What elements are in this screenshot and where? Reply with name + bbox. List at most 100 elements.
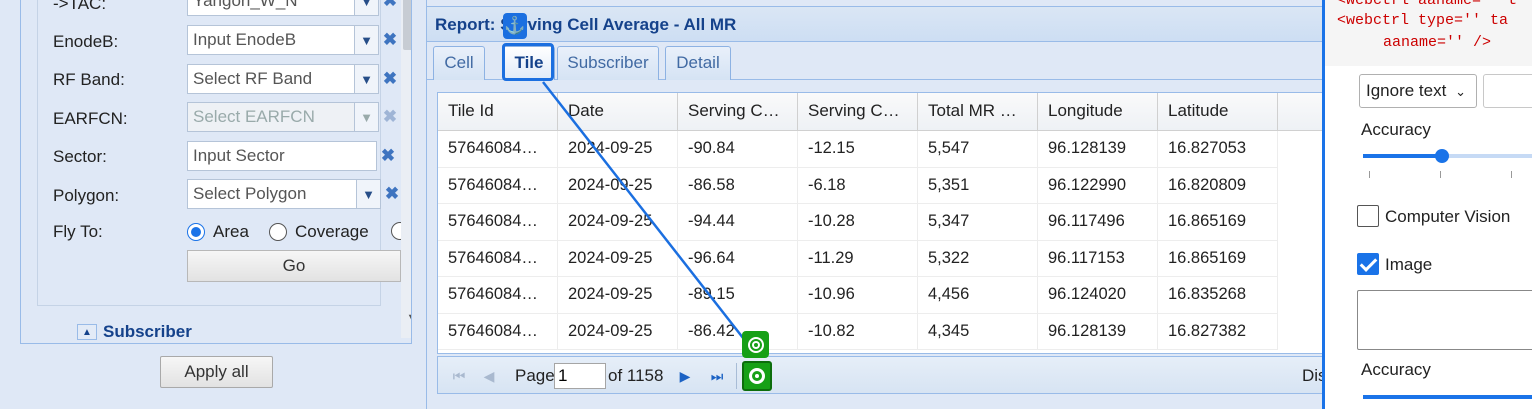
- table-row[interactable]: 576460848… 2024-09-25 -86.58 -6.18 5,351…: [438, 167, 1278, 204]
- page-number-input[interactable]: [554, 363, 606, 389]
- scrollbar-thumb[interactable]: [403, 0, 411, 50]
- column-header[interactable]: Serving Cell…: [678, 93, 798, 131]
- column-header[interactable]: Total MR C…: [918, 93, 1038, 131]
- table-cell: -90.84: [678, 131, 798, 167]
- table-cell: 576460848…: [438, 204, 558, 240]
- filter-scrollbar[interactable]: ▼: [401, 0, 411, 338]
- earfcn-combo: Select EARFCN ▼ ✖: [187, 102, 401, 132]
- table-row[interactable]: 576460848… 2024-09-25 -86.42 -10.82 4,34…: [438, 313, 1278, 350]
- clear-icon[interactable]: ✖: [377, 141, 399, 171]
- table-cell: 2024-09-25: [558, 131, 678, 167]
- clear-icon[interactable]: ✖: [379, 25, 401, 55]
- column-header[interactable]: Tile Id: [438, 93, 558, 131]
- table-row[interactable]: 576460848… 2024-09-25 -94.44 -10.28 5,34…: [438, 204, 1278, 241]
- clear-icon[interactable]: ✖: [379, 0, 401, 16]
- accuracy-slider-fill[interactable]: [1363, 154, 1443, 158]
- table-cell: -10.96: [798, 277, 918, 313]
- table-cell: -11.29: [798, 240, 918, 277]
- anchor-highlight-box: [502, 43, 554, 81]
- chevron-down-icon[interactable]: ▼: [355, 25, 379, 55]
- paging-toolbar: ⏮ ◀ Page of 1158 ▶ ⏭ Dis: [437, 356, 1327, 394]
- tile-grid: Tile Id Date Serving Cell… Serving Cell……: [437, 92, 1323, 354]
- clear-icon[interactable]: ✖: [379, 64, 401, 94]
- table-row[interactable]: 576460848… 2024-09-25 -89.15 -10.96 4,45…: [438, 277, 1278, 314]
- table-cell: 576460848…: [438, 277, 558, 313]
- table-cell: -10.82: [798, 313, 918, 350]
- rf-band-input[interactable]: Select RF Band: [187, 64, 355, 94]
- subscriber-section-title: Subscriber: [103, 322, 192, 341]
- table-cell: -86.58: [678, 167, 798, 204]
- radio-area[interactable]: Area: [187, 222, 249, 242]
- first-page-icon[interactable]: ⏮: [448, 365, 470, 387]
- table-cell: 96.117153: [1038, 240, 1158, 277]
- filter-box: ->TAC: Yangon_W_N ▼ ✖ EnodeB: Input Enod…: [20, 0, 412, 344]
- table-cell: 2024-09-25: [558, 167, 678, 204]
- enodeb-combo[interactable]: Input EnodeB ▼ ✖: [187, 25, 401, 55]
- accuracy-slider-track[interactable]: [1443, 154, 1532, 158]
- table-cell: -12.15: [798, 131, 918, 167]
- table-cell: 2024-09-25: [558, 240, 678, 277]
- radio-coverage[interactable]: Coverage: [269, 222, 369, 242]
- table-cell: 96.128139: [1038, 313, 1158, 350]
- subscriber-section-header[interactable]: ▲ Subscriber: [57, 320, 387, 343]
- table-cell: 2024-09-25: [558, 277, 678, 313]
- table-cell: 576460848…: [438, 313, 558, 350]
- tac-value[interactable]: Yangon_W_N: [187, 0, 355, 16]
- table-row[interactable]: 576460848… 2024-09-25 -96.64 -11.29 5,32…: [438, 240, 1278, 277]
- column-header: [1278, 93, 1322, 131]
- expand-icon[interactable]: ▲: [77, 324, 97, 340]
- sector-label: Sector:: [53, 147, 107, 166]
- accuracy-slider-2[interactable]: [1363, 395, 1532, 399]
- table-row[interactable]: 576460848… 2024-09-25 -90.84 -12.15 5,54…: [438, 131, 1278, 168]
- radio-unselected-icon[interactable]: [269, 223, 287, 241]
- table-cell: 2024-09-25: [558, 313, 678, 350]
- table-cell: 96.128139: [1038, 131, 1158, 167]
- tac-combo[interactable]: Yangon_W_N ▼ ✖: [187, 0, 401, 16]
- accuracy-slider-thumb[interactable]: [1435, 149, 1449, 163]
- chevron-down-icon[interactable]: ▼: [355, 0, 379, 16]
- chevron-down-icon: ⌄: [1455, 84, 1466, 99]
- rf-band-combo[interactable]: Select RF Band ▼ ✖: [187, 64, 401, 94]
- go-button[interactable]: Go: [187, 250, 401, 282]
- table-cell: 16.827382: [1158, 313, 1278, 350]
- enodeb-input[interactable]: Input EnodeB: [187, 25, 355, 55]
- code-line: <webctrl aaname='' t: [1337, 0, 1518, 9]
- column-header[interactable]: Latitude: [1158, 93, 1278, 131]
- last-page-icon[interactable]: ⏭: [706, 365, 728, 387]
- refresh-button[interactable]: [742, 361, 772, 391]
- apply-all-button[interactable]: Apply all: [160, 356, 273, 388]
- table-cell: 5,322: [918, 240, 1038, 277]
- clear-icon[interactable]: ✖: [381, 179, 403, 209]
- chevron-down-icon[interactable]: ▼: [357, 179, 381, 209]
- ignore-text-select[interactable]: Ignore text ⌄: [1359, 74, 1477, 108]
- previous-page-icon[interactable]: ◀: [478, 365, 500, 387]
- clear-icon: ✖: [382, 107, 398, 126]
- computer-vision-checkbox[interactable]: [1357, 205, 1379, 227]
- chevron-down-icon[interactable]: ▼: [355, 64, 379, 94]
- table-cell: -6.18: [798, 167, 918, 204]
- polygon-combo[interactable]: Select Polygon ▼ ✖: [187, 179, 403, 209]
- table-cell: 16.865169: [1158, 204, 1278, 240]
- table-cell: 5,347: [918, 204, 1038, 240]
- report-tabs: Cell Tile Subscriber Detail: [427, 42, 1323, 80]
- column-header[interactable]: Longitude: [1038, 93, 1158, 131]
- sector-combo[interactable]: Input Sector ✖: [187, 141, 401, 171]
- polygon-label: Polygon:: [53, 186, 120, 205]
- column-header[interactable]: Date: [558, 93, 678, 131]
- table-cell: -96.64: [678, 240, 798, 277]
- polygon-input[interactable]: Select Polygon: [187, 179, 357, 209]
- radio-selected-icon[interactable]: [187, 223, 205, 241]
- sector-input[interactable]: Input Sector: [187, 141, 377, 171]
- scroll-down-icon[interactable]: ▼: [405, 312, 411, 326]
- anchor-icon[interactable]: ⚓: [503, 13, 527, 39]
- column-header[interactable]: Serving Cell…: [798, 93, 918, 131]
- text-input[interactable]: [1483, 74, 1532, 108]
- tab-detail[interactable]: Detail: [665, 46, 731, 80]
- image-checkbox[interactable]: [1357, 253, 1379, 275]
- target-icon[interactable]: [742, 331, 769, 358]
- tab-subscriber[interactable]: Subscriber: [557, 46, 659, 80]
- image-preview-box[interactable]: [1357, 290, 1532, 350]
- next-page-icon[interactable]: ▶: [674, 365, 696, 387]
- rf-band-label: RF Band:: [53, 70, 125, 89]
- tab-cell[interactable]: Cell: [433, 46, 485, 80]
